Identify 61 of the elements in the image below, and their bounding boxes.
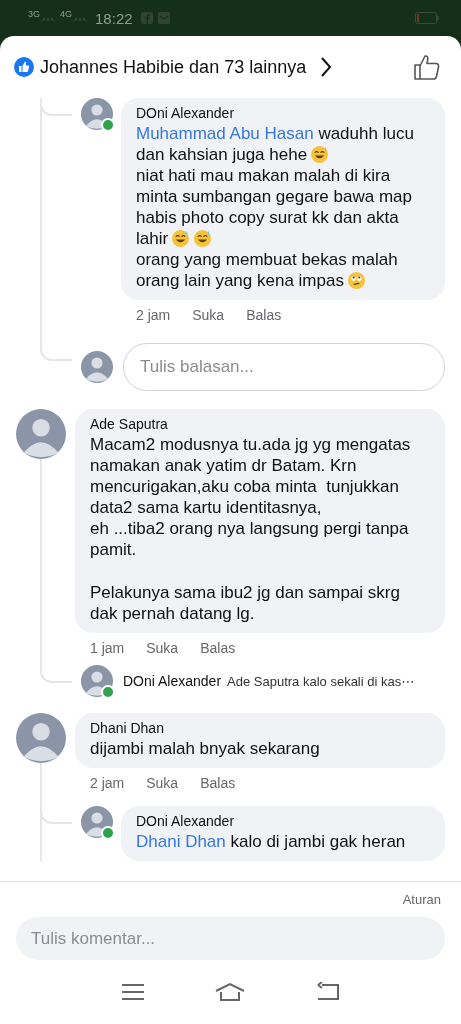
rules-link[interactable]: Aturan xyxy=(402,892,445,907)
reply-author[interactable]: DOni Alexander xyxy=(123,673,222,689)
comment-time: 2 jam xyxy=(136,307,171,323)
comment-text: namakan anak yatim dr Batam. Krn xyxy=(90,455,357,476)
comment-text: eh ...tiba2 orang nya langsung pergi tanpa xyxy=(90,518,409,539)
comment-text: orang yang membuat bekas malah xyxy=(136,249,398,270)
reply-input-field[interactable]: Tulis balasan... xyxy=(123,343,445,391)
like-link[interactable]: Suka xyxy=(192,307,225,323)
mention-link[interactable]: Muhammad Abu Hasan xyxy=(136,123,314,144)
avatar[interactable] xyxy=(81,351,113,383)
reply-preview-text[interactable]: Ade Saputra kalo sekali di kas⋯ xyxy=(227,673,415,689)
chevron-right-icon[interactable] xyxy=(320,56,333,78)
comment-text: habis photo copy surat kk dan akta xyxy=(136,207,399,228)
reactions-link[interactable]: Johannes Habibie dan 73 lainnya xyxy=(40,56,307,78)
comment-text: Pelakunya sama ibu2 jg dan sampai skrg xyxy=(90,582,400,603)
signal-icon xyxy=(75,15,86,21)
reply-link[interactable]: Balas xyxy=(200,640,236,656)
avatar[interactable] xyxy=(16,409,66,459)
comment-text: orang lain yang kena impas xyxy=(136,270,344,291)
comment-text: dak pernah datang lg. xyxy=(90,603,255,624)
avatar[interactable] xyxy=(81,98,113,130)
battery-icon xyxy=(415,12,439,24)
back-icon[interactable] xyxy=(316,982,341,1002)
comment-text: Macam2 modusnya tu.ada jg yg mengatas xyxy=(90,434,411,455)
avatar[interactable] xyxy=(16,713,66,763)
like-link[interactable]: Suka xyxy=(146,640,179,656)
comment-text: mencurigakan,aku coba minta tunjukkan xyxy=(90,476,399,497)
comment-author[interactable]: DOni Alexander xyxy=(136,105,431,121)
comment-text: kalo di jambi gak heran xyxy=(229,831,406,852)
home-icon[interactable] xyxy=(214,982,247,1002)
comment-text: data2 sama kartu identitasnya, xyxy=(90,497,322,518)
like-link[interactable]: Suka xyxy=(146,775,179,791)
thumbs-up-icon[interactable] xyxy=(413,53,441,81)
comment-text: niat hati mau makan malah di kira xyxy=(136,165,391,186)
comment-text: pamit. xyxy=(90,539,137,560)
comment-text: dan kahsian juga hehe xyxy=(136,144,308,165)
comment-text: dijambi malah bnyak sekarang xyxy=(90,738,320,759)
comment-author[interactable]: Dhani Dhan xyxy=(90,720,431,736)
comment-text: minta sumbangan gegare bawa map xyxy=(136,186,412,207)
comment-text: waduhh lucu xyxy=(317,123,414,144)
laughing-emoji-icon xyxy=(193,229,213,248)
signal-icon xyxy=(43,15,53,21)
mail-icon xyxy=(157,12,170,24)
status-time: 18:22 xyxy=(95,9,133,27)
reply-link[interactable]: Balas xyxy=(200,775,236,791)
like-reaction-icon xyxy=(14,57,34,77)
comment-text: lahir xyxy=(136,228,169,249)
network-label: 3G xyxy=(28,9,40,19)
reply-link[interactable]: Balas xyxy=(246,307,282,323)
comment-time: 1 jam xyxy=(90,640,125,656)
comment-author[interactable]: DOni Alexander xyxy=(136,813,431,829)
mention-link[interactable]: Dhani Dhan xyxy=(136,831,226,852)
laughing-emoji-icon xyxy=(310,145,330,164)
comment-author[interactable]: Ade Saputra xyxy=(90,416,431,432)
network-label: 4G xyxy=(60,9,73,19)
app-notification-icon xyxy=(140,12,153,24)
comment-time: 2 jam xyxy=(90,775,125,791)
eye-roll-emoji-icon xyxy=(346,271,366,290)
menu-icon[interactable] xyxy=(120,982,145,1002)
laughing-emoji-icon xyxy=(171,229,191,248)
comment-input-field[interactable]: Tulis komentar... xyxy=(16,917,445,960)
